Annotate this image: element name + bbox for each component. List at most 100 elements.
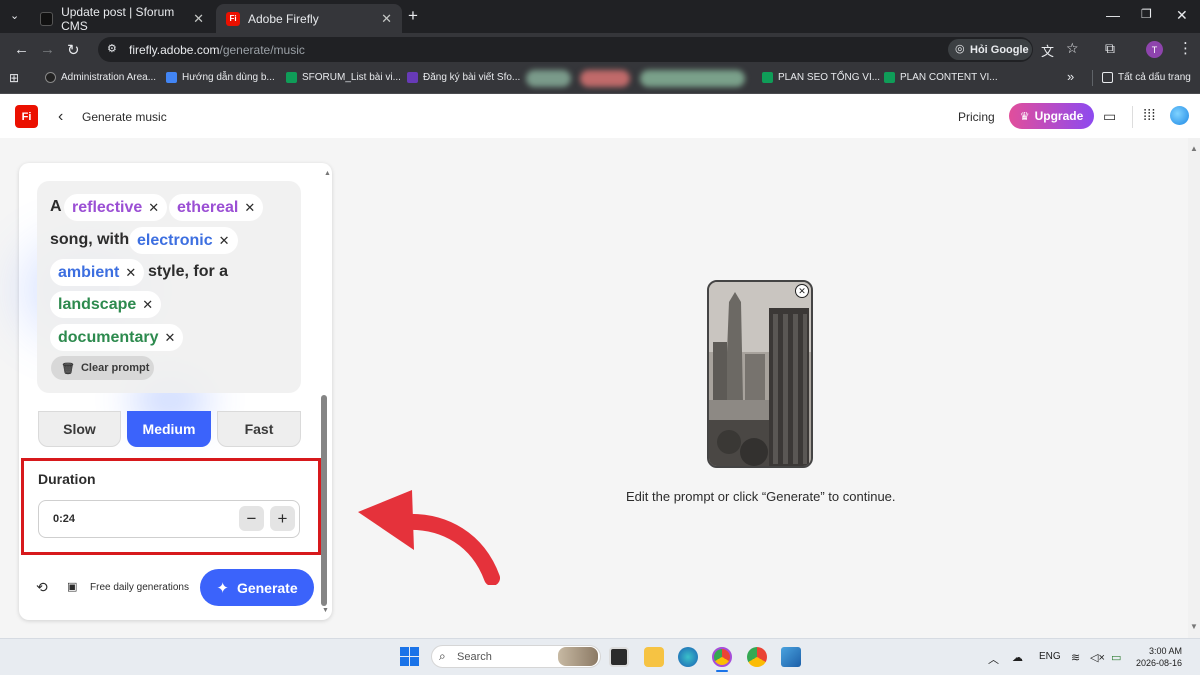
bookmark-item[interactable]: Đăng ký bài viết Sfo... [407,72,520,83]
reload-icon[interactable]: ↻ [67,41,80,59]
translate-icon[interactable]: 文 [1041,41,1054,60]
bookmark-item[interactable]: SFORUM_List bài vi... [286,72,401,83]
lens-icon: ◎ [955,43,965,55]
feedback-icon[interactable]: ▭ [1103,108,1116,125]
prompt-chip[interactable]: landscape ✕ [50,291,162,318]
profile-avatar[interactable]: T [1146,41,1163,58]
chrome-icon[interactable] [747,647,767,667]
panel-scrollbar[interactable] [321,395,327,606]
scroll-up-icon[interactable]: ▲ [1190,144,1198,153]
prompt-chip[interactable]: ethereal ✕ [169,194,264,221]
taskbar-search-label: Search [457,650,492,663]
bookmark-label: SFORUM_List bài vi... [302,72,401,83]
forward-icon[interactable]: → [40,41,55,58]
tempo-slow-button[interactable]: Slow [38,411,121,447]
bookmark-label: PLAN CONTENT VI... [900,72,998,83]
site-info-icon[interactable]: ⚙ [107,42,117,55]
header-divider [1132,106,1133,128]
trash-icon: 🗑 [61,362,75,375]
upgrade-button[interactable]: ♛ Upgrade [1009,103,1094,129]
tab-adobe-firefly[interactable]: Fi Adobe Firefly ✕ [216,4,402,33]
search-highlight-image [558,647,598,666]
annotation-arrow-icon [358,490,500,585]
tab-sforum[interactable]: Update post | Sforum CMS ✕ [30,4,214,33]
clear-prompt-button[interactable]: 🗑 Clear prompt [51,356,154,380]
apps-icon[interactable]: ⁞⁞⁞ [1143,107,1156,124]
back-chevron-icon[interactable]: ‹ [58,108,63,126]
tray-expand-icon[interactable]: ︿ [988,651,999,667]
city-skyline-image [709,282,811,466]
wordpress-icon [45,72,56,83]
blurred-bookmark [640,70,745,87]
chip-label: documentary [58,328,159,346]
prompt-chip[interactable]: documentary ✕ [50,324,184,351]
window-close-icon[interactable]: ✕ [1176,7,1188,24]
new-tab-icon[interactable]: + [408,6,418,26]
preview-video-thumbnail[interactable]: ✕ [707,280,813,468]
scroll-down-icon[interactable]: ▼ [1190,622,1198,631]
volume-icon[interactable]: ◁× [1090,651,1105,664]
close-tab-icon[interactable]: ✕ [381,11,392,27]
bookmark-item[interactable]: Hướng dẫn dùng b... [166,72,275,83]
page-scrollbar[interactable]: ▲ ▼ [1188,138,1200,638]
close-tab-icon[interactable]: ✕ [193,11,204,27]
chrome-profile-icon[interactable] [712,647,732,667]
url-text: firefly.adobe.com/generate/music [129,43,305,57]
all-bookmarks-label: Tất cả dấu trang [1118,72,1191,83]
panel-scroll-down-icon[interactable]: ▼ [322,607,329,614]
onedrive-icon[interactable]: ☁ [1012,651,1023,664]
duration-decrease-button[interactable]: − [239,506,264,531]
wifi-icon[interactable]: ≋ [1071,651,1080,664]
minimize-icon[interactable]: — [1106,7,1120,23]
folder-icon [1102,72,1113,83]
remove-chip-icon[interactable]: ✕ [142,297,153,313]
mail-app-icon[interactable] [781,647,801,667]
generate-button[interactable]: ✦ Generate [200,569,314,606]
restore-icon[interactable]: ❐ [1141,7,1152,21]
generate-label: Generate [236,579,298,596]
bookmark-item[interactable]: Administration Area... [45,72,156,83]
bookmark-star-icon[interactable]: ☆ [1066,40,1079,57]
prompt-chip[interactable]: electronic ✕ [129,227,238,254]
task-view-icon[interactable] [609,647,629,667]
remove-chip-icon[interactable]: ✕ [125,265,136,281]
file-explorer-icon[interactable] [644,647,664,667]
docs-icon [166,72,177,83]
duration-increase-button[interactable]: + [270,506,295,531]
tempo-medium-button[interactable]: Medium [127,411,211,447]
search-icon: ⌕ [439,649,446,663]
crown-icon: ♛ [1019,110,1030,123]
extensions-icon[interactable]: ⧉ [1105,40,1115,57]
prompt-text: style, for a [148,263,229,280]
chip-label: ethereal [177,198,239,216]
close-preview-icon[interactable]: ✕ [795,284,809,298]
windows-start-icon[interactable] [400,647,419,666]
remove-chip-icon[interactable]: ✕ [148,200,159,216]
menu-icon[interactable]: ⋮ [1178,39,1193,57]
apps-grid-icon[interactable]: ⊞ [9,71,19,85]
bookmark-item[interactable]: PLAN SEO TỔNG VI... [762,72,880,83]
clock-date: 2026-08-16 [1136,658,1183,668]
language-indicator[interactable]: ENG [1039,651,1061,662]
remove-chip-icon[interactable]: ✕ [244,200,255,216]
battery-icon[interactable]: ▭ [1111,651,1121,664]
account-avatar[interactable] [1170,106,1189,125]
sheets-icon [286,72,297,83]
chip-label: ambient [58,263,120,281]
remove-chip-icon[interactable]: ✕ [219,233,230,249]
prompt-chip[interactable]: ambient ✕ [50,259,145,286]
remove-chip-icon[interactable]: ✕ [164,330,175,346]
prompt-chip[interactable]: reflective ✕ [64,194,168,221]
tab-search-icon[interactable]: ⌄ [10,9,19,22]
more-bookmarks-icon[interactable]: » [1067,69,1074,84]
bookmark-item[interactable]: PLAN CONTENT VI... [884,72,998,83]
tempo-fast-button[interactable]: Fast [217,411,301,447]
firefly-logo[interactable]: Fi [15,105,38,128]
panel-scroll-up-icon[interactable]: ▲ [324,170,331,177]
system-clock[interactable]: 3:00 AM 2026-08-16 [1136,645,1182,669]
history-icon[interactable]: ⟲ [36,579,48,596]
edge-icon[interactable] [678,647,698,667]
pricing-link[interactable]: Pricing [958,110,995,124]
back-icon[interactable]: ← [14,41,29,58]
all-bookmarks[interactable]: Tất cả dấu trang [1102,72,1191,83]
